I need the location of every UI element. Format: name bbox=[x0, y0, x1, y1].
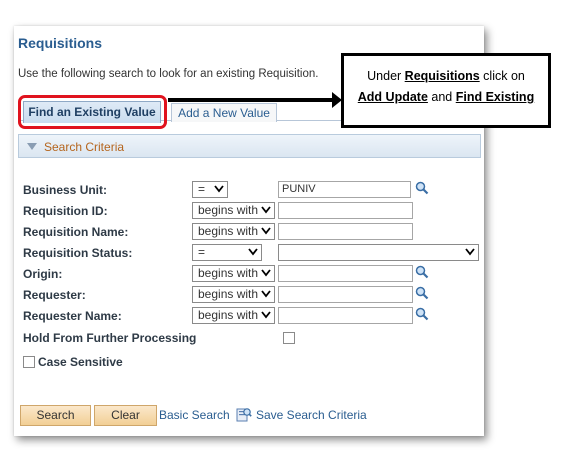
requester-name-operator-value: begins with bbox=[198, 308, 259, 322]
collapse-triangle-icon[interactable] bbox=[27, 143, 37, 150]
chevron-down-icon bbox=[261, 206, 271, 214]
basic-search-link[interactable]: Basic Search bbox=[159, 408, 230, 422]
requisition-status-label: Requisition Status: bbox=[23, 246, 133, 260]
requisition-status-operator[interactable]: = bbox=[192, 244, 262, 261]
search-criteria-label: Search Criteria bbox=[44, 140, 125, 154]
page-title: Requisitions bbox=[18, 35, 103, 51]
business-unit-label: Business Unit: bbox=[23, 183, 108, 197]
hold-from-processing-checkbox[interactable] bbox=[283, 332, 295, 344]
callout-box: Under Requisitions click on Add Update a… bbox=[341, 53, 551, 128]
origin-label: Origin: bbox=[23, 267, 63, 281]
requester-name-operator[interactable]: begins with bbox=[192, 307, 275, 324]
requisition-name-operator[interactable]: begins with bbox=[192, 223, 275, 240]
callout-requisitions: Requisitions bbox=[404, 69, 480, 83]
instructions-text: Use the following search to look for an … bbox=[18, 68, 319, 80]
requester-input[interactable] bbox=[278, 286, 413, 303]
chevron-down-icon bbox=[248, 248, 258, 256]
chevron-down-icon bbox=[261, 227, 271, 235]
chevron-down-icon bbox=[261, 311, 271, 319]
requisition-status-operator-value: = bbox=[198, 245, 206, 259]
callout-arrow-line bbox=[168, 98, 336, 102]
requisition-id-operator-value: begins with bbox=[198, 203, 259, 217]
requisition-id-label: Requisition ID: bbox=[23, 204, 108, 218]
callout-line-1: Under Requisitions click on bbox=[344, 69, 548, 83]
lookup-magnifier-icon[interactable] bbox=[415, 181, 429, 195]
lookup-magnifier-icon[interactable] bbox=[415, 265, 429, 279]
callout-click-on: click on bbox=[483, 69, 525, 83]
business-unit-operator[interactable]: = bbox=[192, 181, 228, 198]
lookup-magnifier-icon[interactable] bbox=[415, 286, 429, 300]
business-unit-operator-value: = bbox=[198, 182, 206, 196]
case-sensitive-checkbox[interactable] bbox=[23, 356, 35, 368]
chevron-down-icon bbox=[261, 290, 271, 298]
requisition-name-label: Requisition Name: bbox=[23, 225, 129, 239]
hold-from-processing-label: Hold From Further Processing bbox=[23, 331, 197, 345]
requisition-status-select[interactable] bbox=[278, 244, 479, 261]
case-sensitive-label: Case Sensitive bbox=[38, 355, 123, 369]
requester-operator[interactable]: begins with bbox=[192, 286, 275, 303]
callout-line-2: Add Update and Find Existing bbox=[344, 90, 548, 104]
requisition-name-operator-value: begins with bbox=[198, 224, 259, 238]
callout-and: and bbox=[431, 90, 453, 104]
requester-name-input[interactable] bbox=[278, 307, 413, 324]
requester-label: Requester: bbox=[23, 288, 86, 302]
callout-add-update: Add Update bbox=[357, 90, 428, 104]
requisition-id-operator[interactable]: begins with bbox=[192, 202, 275, 219]
save-search-icon[interactable] bbox=[236, 406, 252, 422]
origin-operator[interactable]: begins with bbox=[192, 265, 275, 282]
chevron-down-icon bbox=[214, 185, 224, 193]
callout-under: Under bbox=[367, 69, 402, 83]
save-search-criteria-link[interactable]: Save Search Criteria bbox=[256, 408, 367, 422]
requisition-id-input[interactable] bbox=[278, 202, 413, 219]
callout-find-existing: Find Existing bbox=[455, 90, 535, 104]
search-criteria-header[interactable]: Search Criteria bbox=[18, 134, 481, 158]
requester-name-label: Requester Name: bbox=[23, 309, 122, 323]
tab-add-new-value[interactable]: Add a New Value bbox=[171, 103, 277, 122]
chevron-down-icon bbox=[465, 248, 475, 256]
clear-button[interactable]: Clear bbox=[94, 405, 157, 426]
tab-highlight-box bbox=[18, 95, 167, 129]
requisition-name-input[interactable] bbox=[278, 223, 413, 240]
origin-operator-value: begins with bbox=[198, 266, 259, 280]
origin-input[interactable] bbox=[278, 265, 413, 282]
business-unit-input[interactable]: PUNIV bbox=[278, 181, 411, 198]
lookup-magnifier-icon[interactable] bbox=[415, 307, 429, 321]
requester-operator-value: begins with bbox=[198, 287, 259, 301]
search-button[interactable]: Search bbox=[20, 405, 91, 426]
chevron-down-icon bbox=[261, 269, 271, 277]
